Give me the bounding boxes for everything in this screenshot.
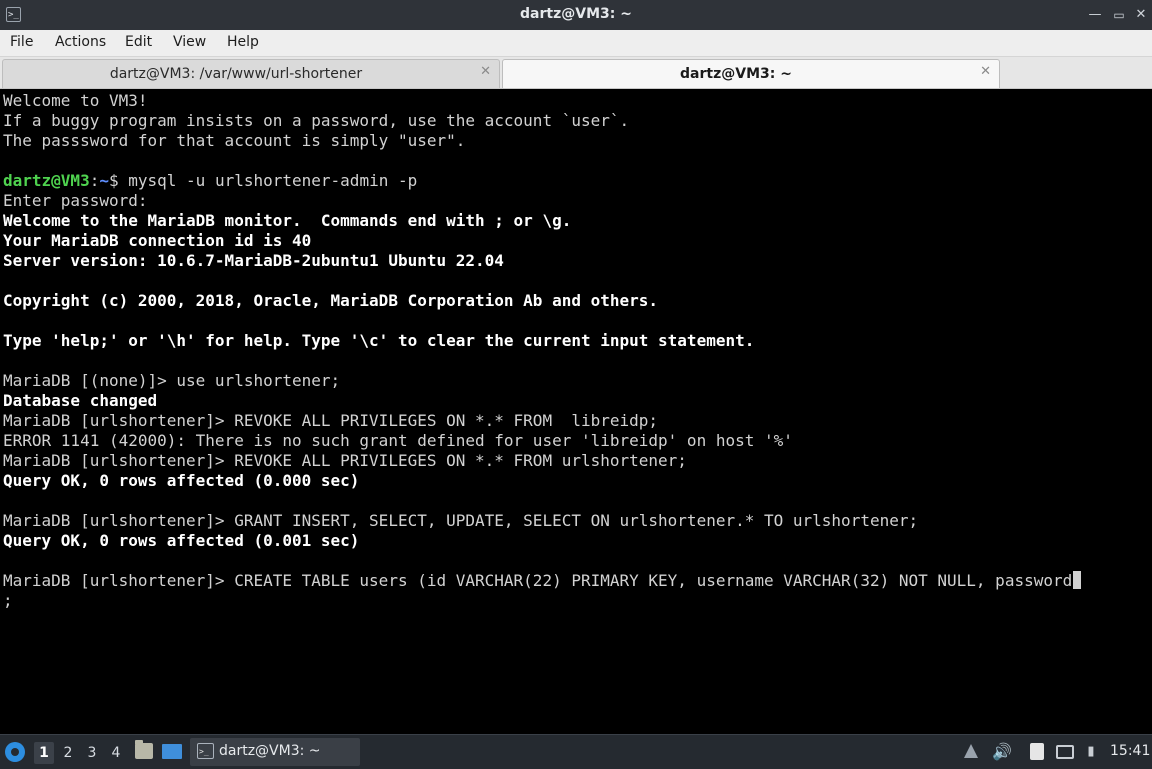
minimize-icon[interactable]: — [1086,6,1104,24]
task-label: dartz@VM3: ~ [219,743,321,759]
window-title: dartz@VM3: ~ [520,6,632,22]
terminal-line: If a buggy program insists on a password… [3,111,629,131]
close-icon[interactable]: ✕ [480,64,491,79]
terminal-scrollbar[interactable] [1146,89,1152,734]
show-desktop-icon[interactable] [162,744,182,759]
terminal-line: Query OK, 0 rows affected (0.000 sec) [3,471,359,491]
volume-icon[interactable]: 🔊 [992,743,1012,761]
terminal-bold: Server version: 10.6.7-MariaDB-2ubuntu1 … [3,251,504,270]
taskbar-task-terminal[interactable]: >_ dartz@VM3: ~ [190,738,360,766]
terminal-line: Enter password: [3,191,148,211]
text-cursor [1073,571,1082,589]
workspace-2[interactable]: 2 [58,742,78,764]
workspace-4[interactable]: 4 [106,742,126,764]
terminal-text: Welcome to VM3! [3,91,148,110]
terminal-text: The passsword for that account is simply… [3,131,466,150]
terminal-prompt-user: dartz@VM3 [3,171,90,190]
tab-home[interactable]: dartz@VM3: ~ ✕ [502,59,1000,88]
terminal-bold: Query OK, 0 rows affected (0.001 sec) [3,531,360,550]
terminal-text: Enter password: [3,191,148,210]
terminal-text: $ mysql -u urlshortener-admin -p [108,171,418,190]
tab-url-shortener[interactable]: dartz@VM3: /var/www/url-shortener ✕ [2,59,500,88]
terminal-line: Your MariaDB connection id is 40 [3,231,311,251]
terminal-text: ; [3,591,13,610]
terminal-prompt-sep: : [89,171,100,190]
terminal-line: Type 'help;' or '\h' for help. Type '\c'… [3,331,754,351]
clock[interactable]: 15:41 [1110,743,1150,759]
terminal-line: Database changed [3,391,157,411]
terminal-line: MariaDB [urlshortener]> GRANT INSERT, SE… [3,511,918,531]
restore-icon[interactable]: ▭ [1110,6,1128,24]
terminal-line: dartz@VM3:~$ mysql -u urlshortener-admin… [3,171,417,191]
terminal-line: Welcome to the MariaDB monitor. Commands… [3,211,571,231]
terminal-text: MariaDB [(none)]> use urlshortener; [3,371,341,390]
terminal-output[interactable]: Welcome to VM3! If a buggy program insist… [0,89,1152,734]
terminal-text: ERROR 1141 (42000): There is no such gra… [3,431,793,450]
terminal-text: MariaDB [urlshortener]> REVOKE ALL PRIVI… [3,411,659,430]
terminal-text: MariaDB [urlshortener]> CREATE TABLE use… [3,571,1073,590]
window-titlebar: >_ dartz@VM3: ~ — ▭ ✕ [0,0,1152,30]
battery-icon[interactable]: ▮ [1082,743,1100,761]
terminal-bold: Your MariaDB connection id is 40 [3,231,312,250]
terminal-line: The passsword for that account is simply… [3,131,465,151]
terminal-text: MariaDB [urlshortener]> GRANT INSERT, SE… [3,511,919,530]
terminal-bold: Copyright (c) 2000, 2018, Oracle, MariaD… [3,291,659,310]
terminal-line: MariaDB [urlshortener]> REVOKE ALL PRIVI… [3,451,687,471]
terminal-line: MariaDB [urlshortener]> CREATE TABLE use… [3,571,1082,591]
terminal-line: MariaDB [(none)]> use urlshortener; [3,371,340,391]
taskbar: 1 2 3 4 >_ dartz@VM3: ~ 🔊 ▮ 15:41 [0,734,1152,769]
terminal-bold: Database changed [3,391,158,410]
terminal-text: If a buggy program insists on a password… [3,111,630,130]
menu-help[interactable]: Help [227,34,259,50]
terminal-bold: Query OK, 0 rows affected (0.000 sec) [3,471,360,490]
workspace-3[interactable]: 3 [82,742,102,764]
menu-view[interactable]: View [173,34,206,50]
terminal-line: Welcome to VM3! [3,91,148,111]
menu-actions[interactable]: Actions [55,34,106,50]
terminal-line: Copyright (c) 2000, 2018, Oracle, MariaD… [3,291,658,311]
tab-label: dartz@VM3: ~ [680,66,792,82]
terminal-line: ; [3,591,13,611]
terminal-text: MariaDB [urlshortener]> REVOKE ALL PRIVI… [3,451,687,470]
close-icon[interactable]: ✕ [980,64,991,79]
terminal-bold: Type 'help;' or '\h' for help. Type '\c'… [3,331,755,350]
tab-bar: dartz@VM3: /var/www/url-shortener ✕ dart… [0,57,1152,89]
terminal-line: Server version: 10.6.7-MariaDB-2ubuntu1 … [3,251,504,271]
terminal-line: ERROR 1141 (42000): There is no such gra… [3,431,793,451]
terminal-icon: >_ [197,743,214,759]
terminal-line: MariaDB [urlshortener]> REVOKE ALL PRIVI… [3,411,658,431]
file-manager-icon[interactable] [135,740,153,759]
menu-bar: File Actions Edit View Help [0,30,1152,57]
terminal-prompt-path: ~ [99,171,109,190]
menu-file[interactable]: File [10,34,33,50]
terminal-line: Query OK, 0 rows affected (0.001 sec) [3,531,359,551]
network-icon[interactable] [1056,745,1074,759]
clipboard-icon[interactable] [1030,743,1044,760]
workspace-1[interactable]: 1 [34,742,54,764]
tab-label: dartz@VM3: /var/www/url-shortener [109,66,363,82]
tray-expand-icon[interactable] [964,744,978,758]
menu-edit[interactable]: Edit [125,34,152,50]
start-menu-icon[interactable] [5,742,25,762]
terminal-bold: Welcome to the MariaDB monitor. Commands… [3,211,572,230]
close-icon[interactable]: ✕ [1132,6,1150,24]
